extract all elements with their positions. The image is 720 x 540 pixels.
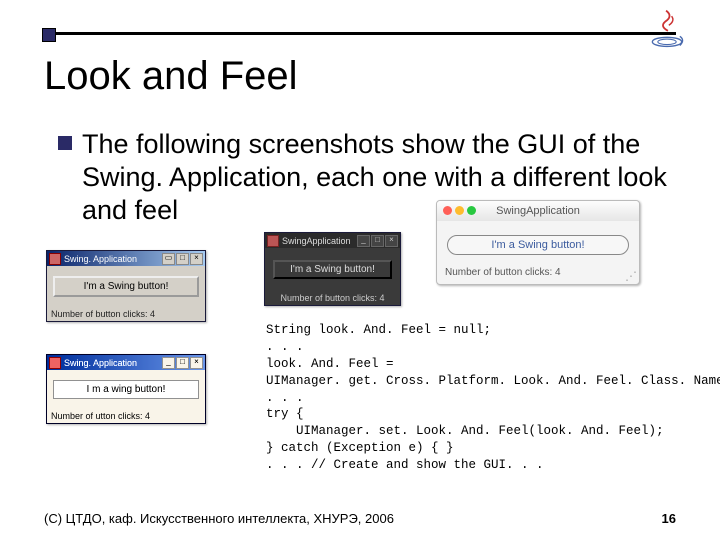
java-cup-icon: [49, 253, 61, 265]
click-count-label: Number of utton clicks: 4: [47, 409, 205, 423]
java-logo: [644, 6, 690, 52]
code-snippet: String look. And. Feel = null; . . . loo…: [266, 322, 720, 474]
swing-window-classic: Swing. Application ▭ □ × I'm a Swing but…: [46, 250, 206, 322]
mac-close-icon: [443, 206, 452, 215]
mac-traffic-lights: [443, 206, 476, 215]
java-cup-icon: [49, 357, 61, 369]
maximize-icon: □: [176, 253, 189, 265]
window-title: SwingApplication: [282, 236, 357, 246]
click-count-label: Number of button clicks: 4: [437, 265, 639, 284]
mac-minimize-icon: [455, 206, 464, 215]
slide: Look and Feel The following screenshots …: [0, 0, 720, 540]
java-cup-icon: [267, 235, 279, 247]
slide-title: Look and Feel: [44, 54, 298, 99]
close-icon: ×: [190, 357, 203, 369]
maximize-icon: □: [371, 235, 384, 247]
divider-decor-box: [42, 28, 56, 42]
close-icon: ×: [385, 235, 398, 247]
minimize-icon: _: [162, 357, 175, 369]
swing-window-aqua: SwingApplication I'm a Swing button! Num…: [436, 200, 640, 285]
page-number: 16: [662, 511, 676, 526]
window-title: Swing. Application: [64, 254, 162, 264]
click-count-label: Number of button clicks: 4: [265, 291, 400, 305]
divider-top: [44, 32, 676, 39]
window-title: Swing. Application: [64, 358, 162, 368]
minimize-icon: _: [357, 235, 370, 247]
close-icon: ×: [190, 253, 203, 265]
footer-copyright: (С) ЦТДО, каф. Искусственного интеллекта…: [44, 511, 394, 526]
resize-grip-icon: ⋰: [625, 270, 637, 282]
minimize-icon: ▭: [162, 253, 175, 265]
swing-window-motif: SwingApplication _ □ × I'm a Swing butto…: [264, 232, 401, 306]
maximize-icon: □: [176, 357, 189, 369]
swing-button[interactable]: I'm a Swing button!: [273, 260, 392, 279]
swing-button[interactable]: I'm a Swing button!: [447, 235, 629, 255]
swing-button[interactable]: I m a wing button!: [53, 380, 199, 399]
footer: (С) ЦТДО, каф. Искусственного интеллекта…: [44, 511, 676, 526]
mac-zoom-icon: [467, 206, 476, 215]
click-count-label: Number of button clicks: 4: [47, 307, 205, 321]
swing-window-metal: Swing. Application _ □ × I m a wing butt…: [46, 354, 206, 424]
swing-button[interactable]: I'm a Swing button!: [53, 276, 199, 297]
bullet-marker-icon: [58, 136, 72, 150]
